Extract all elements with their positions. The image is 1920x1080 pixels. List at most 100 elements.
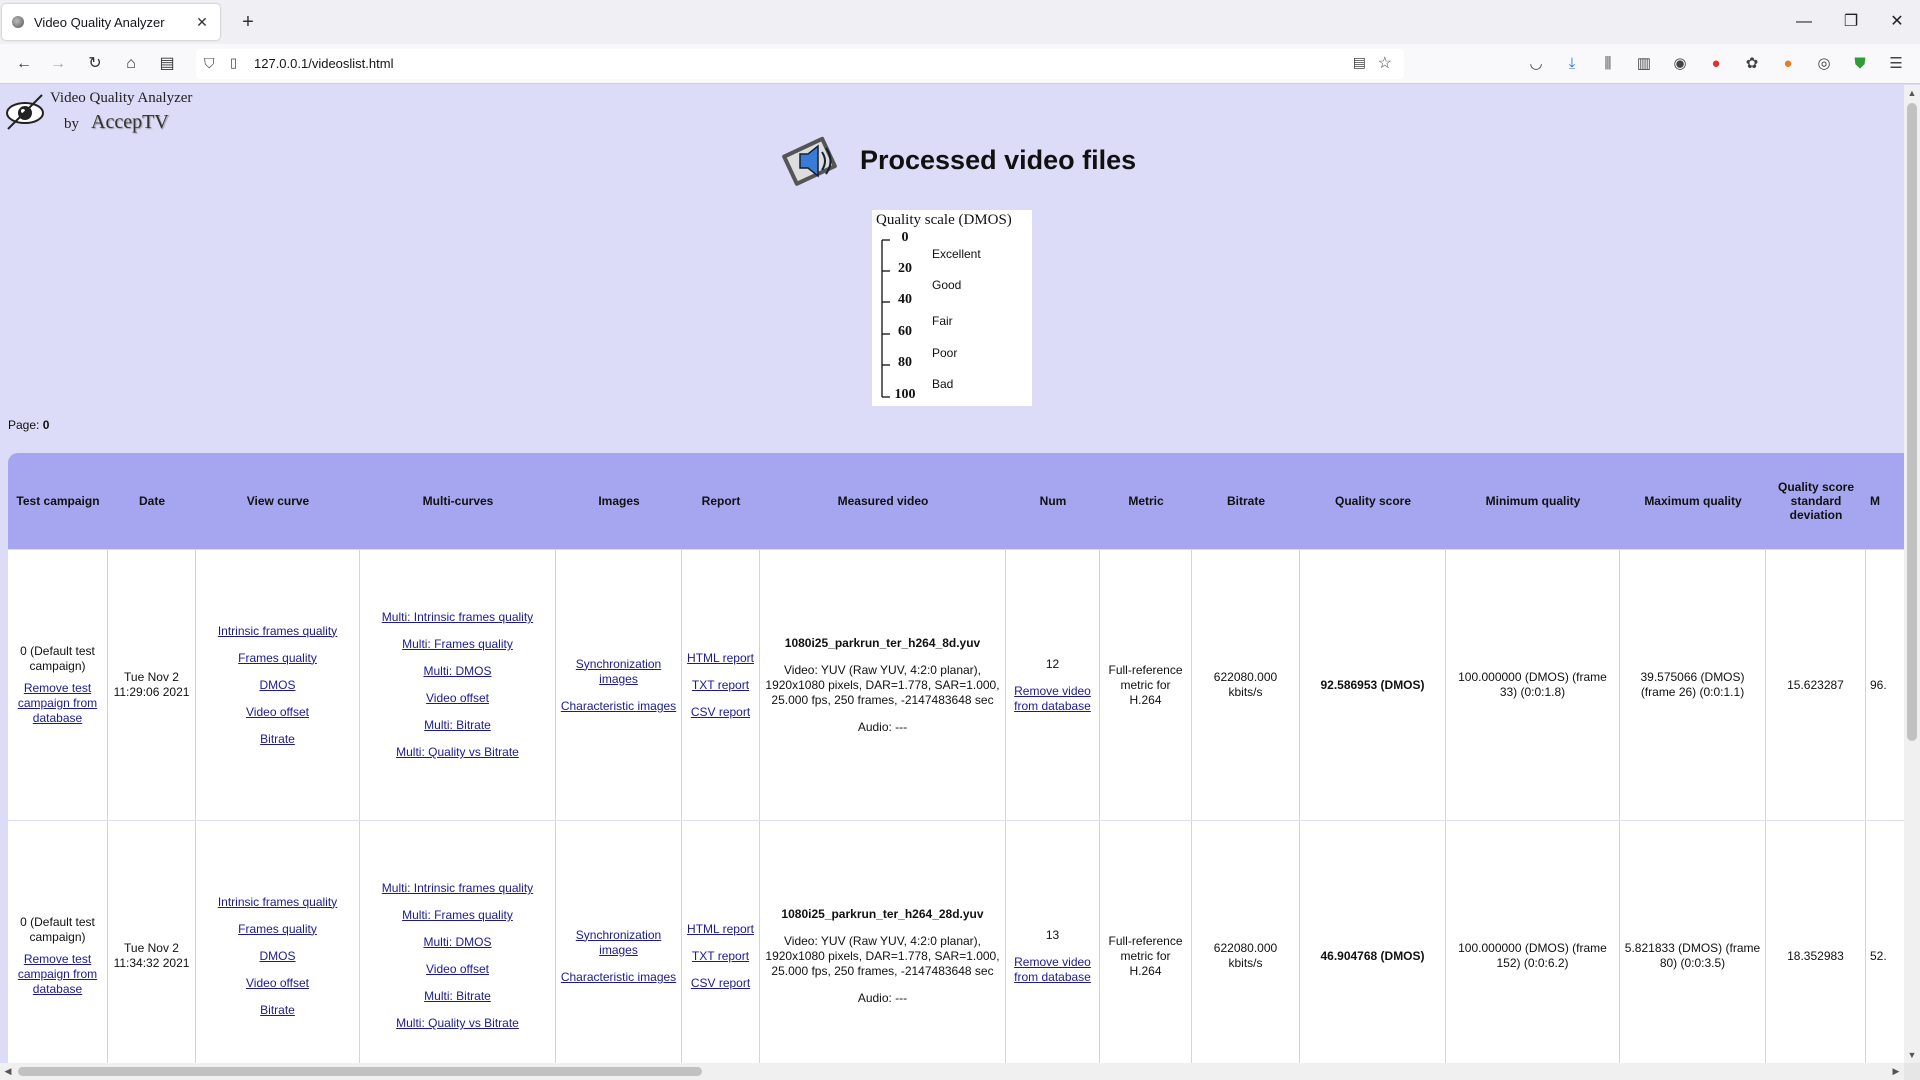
remove-video-link[interactable]: Remove video from database [1010, 684, 1095, 714]
campaign-name: 0 (Default test campaign) [20, 915, 95, 944]
multi-quality-vs-bitrate-link[interactable]: Multi: Quality vs Bitrate [396, 745, 519, 760]
bitrate-link[interactable]: Bitrate [260, 1003, 295, 1018]
cell-next: 96. [1866, 550, 1904, 820]
sidebar-toggle-icon[interactable]: ▤ [155, 52, 179, 76]
scroll-up-icon[interactable]: ▲ [1904, 85, 1920, 101]
video-offset-link[interactable]: Video offset [246, 705, 309, 720]
multi-frames-quality-link[interactable]: Multi: Frames quality [402, 637, 513, 652]
csv-report-link[interactable]: CSV report [691, 976, 750, 991]
multi-bitrate-link[interactable]: Multi: Bitrate [424, 989, 491, 1004]
url-text[interactable]: 127.0.0.1/videoslist.html [254, 56, 393, 71]
cell-next: 52. [1866, 821, 1904, 1063]
reader-view-icon[interactable]: ▤ [1353, 54, 1366, 71]
scroll-right-icon[interactable]: ▶ [1888, 1063, 1904, 1080]
characteristic-images-link[interactable]: Characteristic images [561, 699, 676, 714]
video-name: 1080i25_parkrun_ter_h264_28d.yuv [781, 906, 984, 921]
multi-video-offset-link[interactable]: Video offset [426, 691, 489, 706]
vertical-scrollbar[interactable]: ▲ ▼ [1904, 85, 1920, 1063]
quality-scale-title: Quality scale (DMOS) [876, 212, 1012, 228]
duckduckgo-icon[interactable]: ● [1776, 52, 1800, 76]
cell-multi-curves: Multi: Intrinsic frames quality Multi: F… [360, 550, 556, 820]
col-min-quality: Minimum quality [1485, 494, 1581, 508]
pocket-icon[interactable]: ◡ [1524, 52, 1548, 76]
col-images: Images [598, 494, 640, 508]
col-test-campaign: Test campaign [16, 494, 100, 508]
metric-text: Full-reference metric for H.264 [1108, 662, 1183, 707]
audio-description: Audio: --- [857, 719, 908, 734]
remove-campaign-link[interactable]: Remove test campaign from database [12, 952, 103, 997]
vertical-scroll-thumb[interactable] [1907, 103, 1917, 741]
multi-frames-quality-link[interactable]: Multi: Frames quality [402, 908, 513, 923]
bitrate-link[interactable]: Bitrate [260, 732, 295, 747]
multi-dmos-link[interactable]: Multi: DMOS [423, 935, 491, 950]
remove-video-link[interactable]: Remove video from database [1010, 955, 1095, 985]
cell-bitrate: 622080.000 kbits/s [1192, 550, 1300, 820]
video-offset-link[interactable]: Video offset [246, 976, 309, 991]
download-icon[interactable]: ⤓ [1560, 52, 1584, 76]
tab-title: Video Quality Analyzer [34, 14, 165, 30]
multi-quality-vs-bitrate-link[interactable]: Multi: Quality vs Bitrate [396, 1016, 519, 1031]
col-bitrate: Bitrate [1226, 494, 1265, 508]
synchronization-images-link[interactable]: Synchronization images [560, 657, 677, 687]
browser-tab[interactable]: Video Quality Analyzer ✕ [2, 4, 220, 40]
url-bar[interactable]: ⛉ ▯ 127.0.0.1/videoslist.html ▤ ☆ [196, 49, 1404, 79]
shield-icon[interactable]: ⛉ [204, 55, 215, 72]
col-report: Report [701, 494, 741, 508]
cell-campaign: 0 (Default test campaign) Remove test ca… [8, 821, 108, 1063]
extension-icon[interactable]: ◉ [1668, 52, 1692, 76]
intrinsic-frames-quality-link[interactable]: Intrinsic frames quality [218, 624, 337, 639]
txt-report-link[interactable]: TXT report [692, 949, 749, 964]
adblock-icon[interactable]: ● [1704, 52, 1728, 76]
cell-min-quality: 100.000000 (DMOS) (frame 33) (0:0:1.8) [1446, 550, 1620, 820]
library-icon[interactable]: ⫼ [1596, 52, 1620, 76]
cell-date: Tue Nov 2 11:34:32 2021 [108, 821, 196, 1063]
home-icon[interactable]: ⌂ [119, 52, 143, 76]
horizontal-scroll-thumb[interactable] [18, 1067, 702, 1076]
scale-tick: 40 [898, 292, 912, 307]
cell-date: Tue Nov 2 11:29:06 2021 [108, 550, 196, 820]
account-icon[interactable]: ◎ [1812, 52, 1836, 76]
txt-report-link[interactable]: TXT report [692, 678, 749, 693]
characteristic-images-link[interactable]: Characteristic images [561, 970, 676, 985]
horizontal-scrollbar[interactable]: ◀ ▶ [0, 1063, 1904, 1080]
new-tab-button[interactable]: + [236, 10, 260, 34]
cell-min-quality: 100.000000 (DMOS) (frame 152) (0:0:6.2) [1446, 821, 1620, 1063]
csv-report-link[interactable]: CSV report [691, 705, 750, 720]
page-number: 0 [42, 418, 50, 432]
col-multi-curves: Multi-curves [422, 494, 494, 508]
multi-intrinsic-link[interactable]: Multi: Intrinsic frames quality [382, 610, 533, 625]
multi-bitrate-link[interactable]: Multi: Bitrate [424, 718, 491, 733]
synchronization-images-link[interactable]: Synchronization images [560, 928, 677, 958]
puzzle-icon[interactable]: ✿ [1740, 52, 1764, 76]
col-std-dev: Quality score standard deviation [1777, 480, 1855, 522]
restore-icon[interactable]: ❐ [1836, 10, 1866, 34]
window-close-icon[interactable]: ✕ [1882, 10, 1912, 34]
bookmark-star-icon[interactable]: ☆ [1378, 53, 1392, 73]
frames-quality-link[interactable]: Frames quality [238, 651, 317, 666]
tab-close-icon[interactable]: ✕ [194, 14, 210, 31]
col-max-quality: Maximum quality [1644, 494, 1742, 508]
multi-dmos-link[interactable]: Multi: DMOS [423, 664, 491, 679]
minimize-icon[interactable]: — [1789, 10, 1819, 34]
intrinsic-frames-quality-link[interactable]: Intrinsic frames quality [218, 895, 337, 910]
back-arrow-icon[interactable]: ← [12, 52, 36, 76]
campaign-name: 0 (Default test campaign) [20, 644, 95, 673]
html-report-link[interactable]: HTML report [687, 922, 754, 937]
frames-quality-link[interactable]: Frames quality [238, 922, 317, 937]
cell-multi-curves: Multi: Intrinsic frames quality Multi: F… [360, 821, 556, 1063]
scroll-down-icon[interactable]: ▼ [1904, 1047, 1920, 1063]
menu-icon[interactable]: ☰ [1884, 52, 1908, 76]
std-dev-text: 15.623287 [1787, 677, 1844, 692]
multi-intrinsic-link[interactable]: Multi: Intrinsic frames quality [382, 881, 533, 896]
reload-icon[interactable]: ↻ [83, 52, 107, 76]
multi-video-offset-link[interactable]: Video offset [426, 962, 489, 977]
html-report-link[interactable]: HTML report [687, 651, 754, 666]
table-row: 0 (Default test campaign) Remove test ca… [8, 821, 1904, 1063]
remove-campaign-link[interactable]: Remove test campaign from database [12, 681, 103, 726]
sidebar-icon[interactable]: ▥ [1632, 52, 1656, 76]
scroll-left-icon[interactable]: ◀ [0, 1063, 16, 1080]
security-icon[interactable]: ⛊ [1848, 52, 1872, 76]
dmos-link[interactable]: DMOS [260, 949, 296, 964]
forward-arrow-icon[interactable]: → [46, 52, 70, 76]
dmos-link[interactable]: DMOS [260, 678, 296, 693]
